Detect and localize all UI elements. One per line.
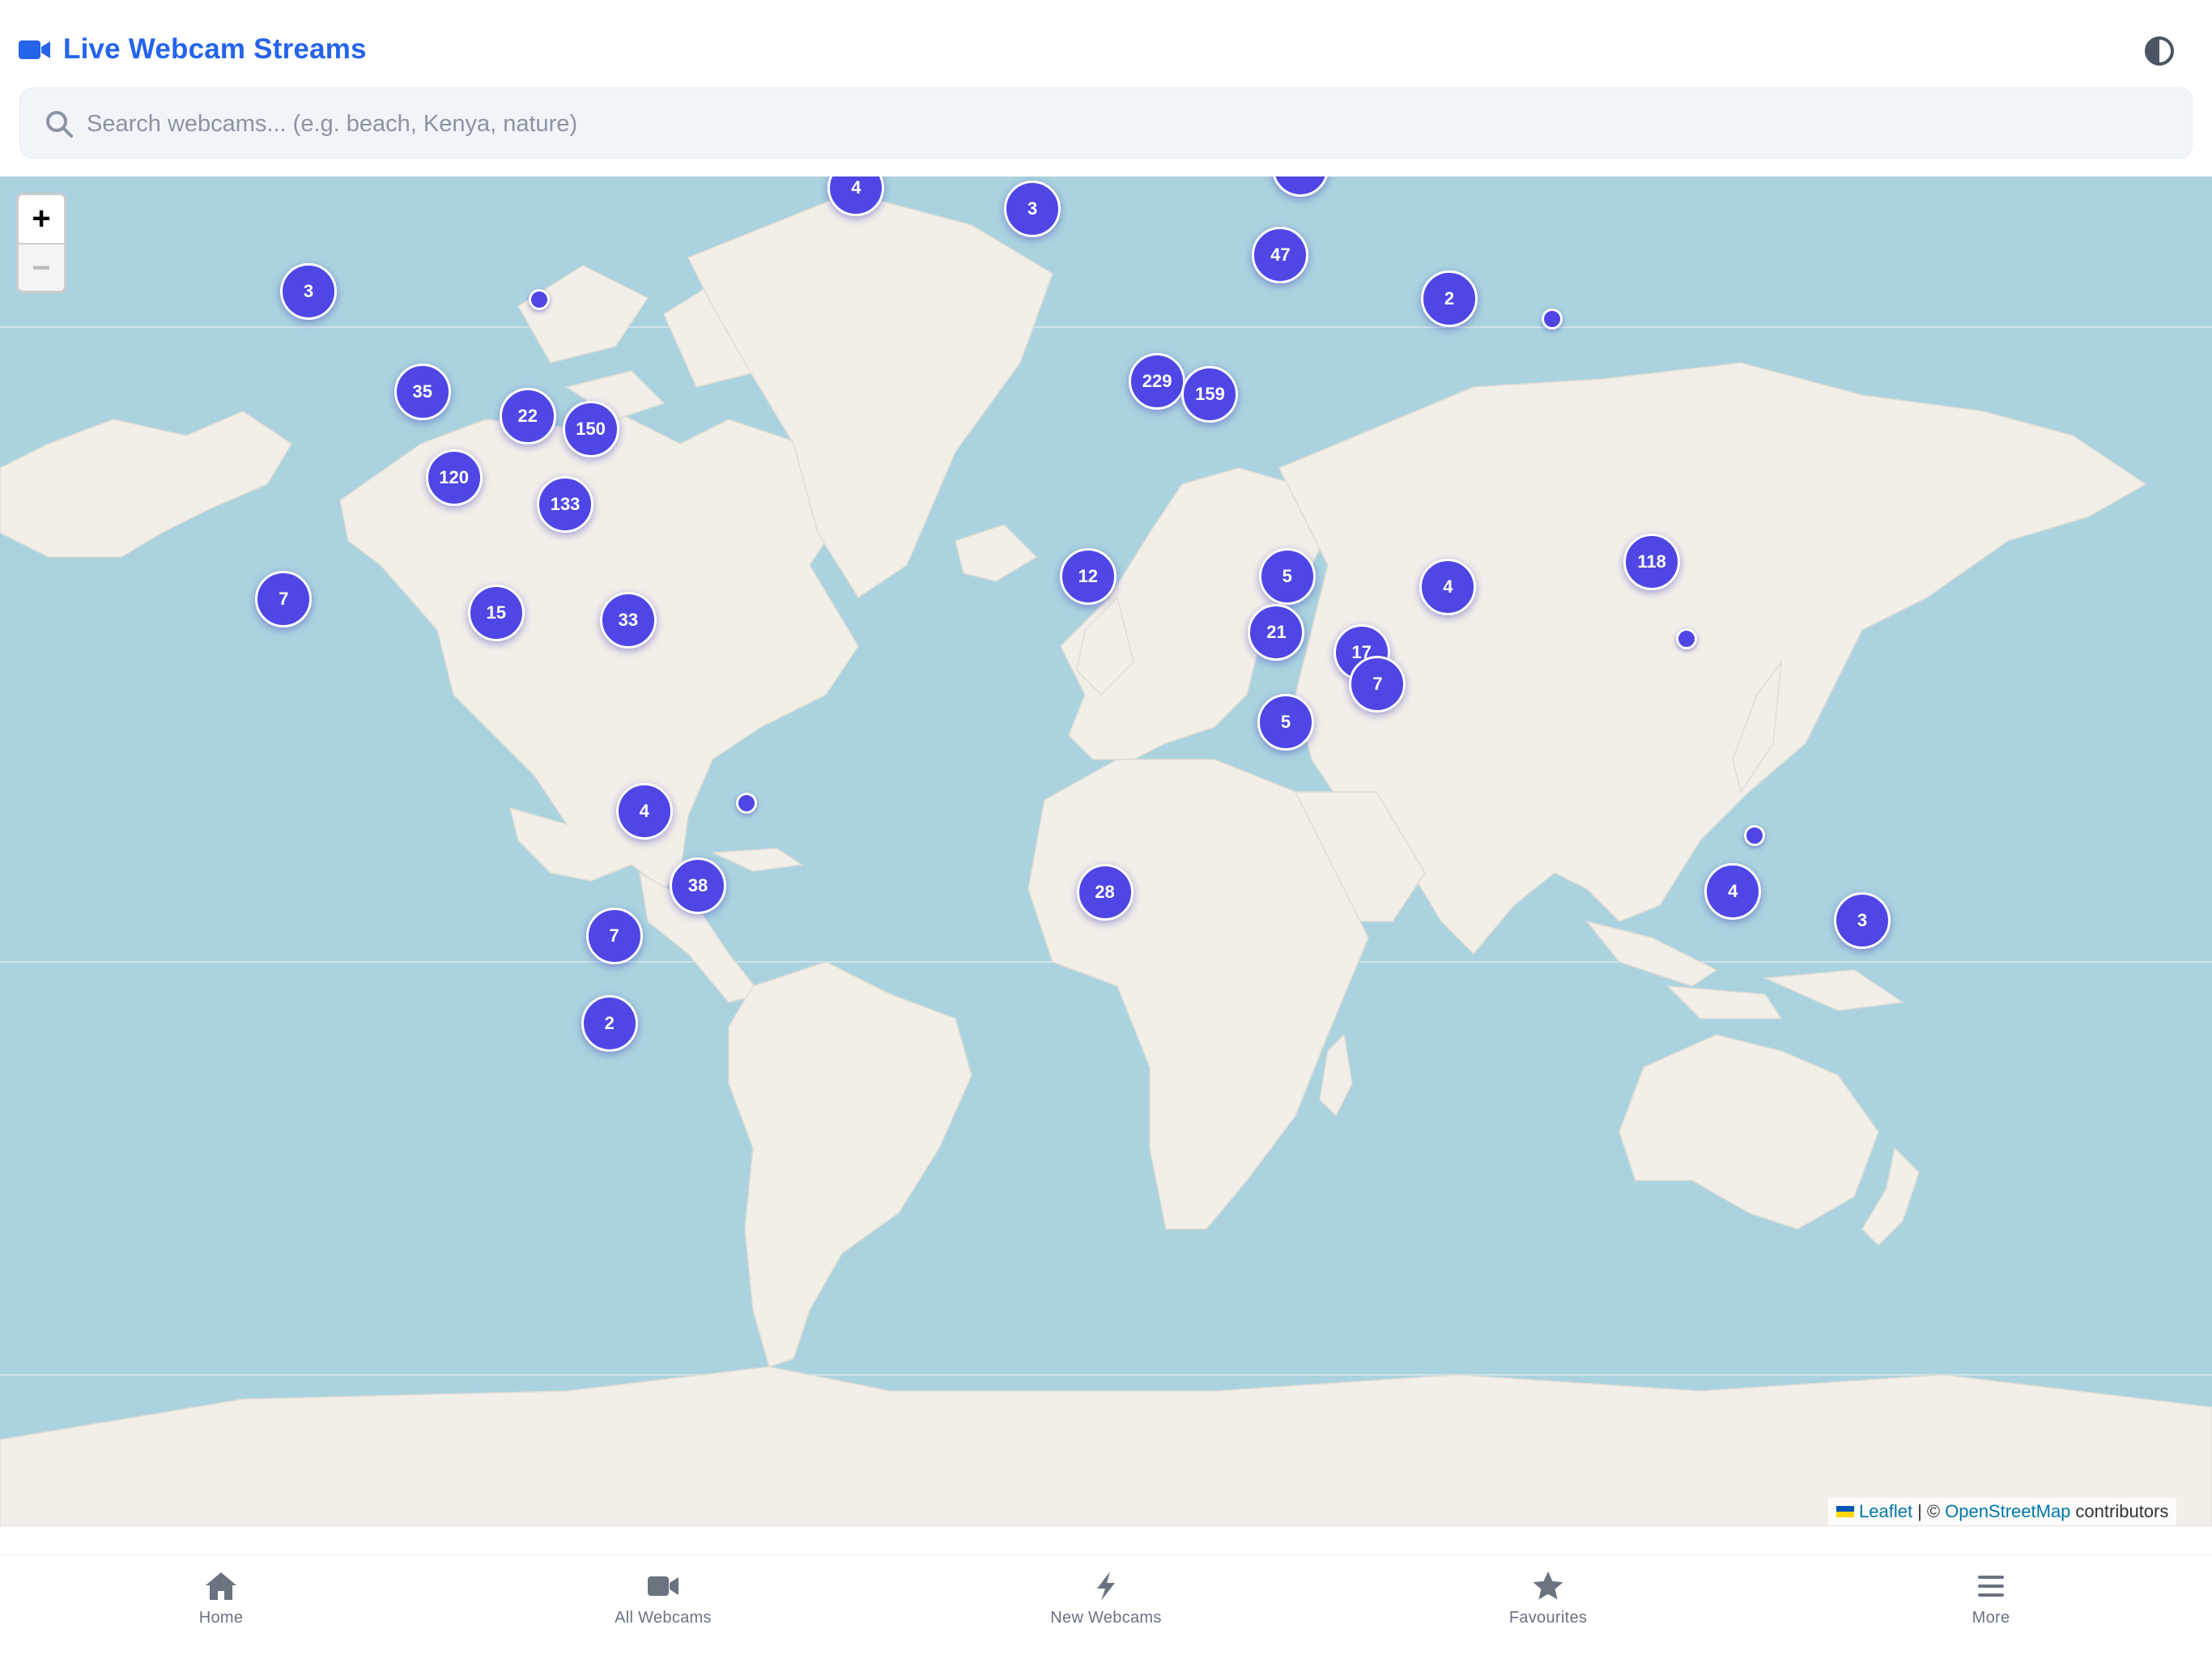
webcam-cluster-marker[interactable]: 35 bbox=[393, 364, 451, 421]
webcam-cluster-marker[interactable]: 150 bbox=[562, 400, 619, 457]
home-icon bbox=[206, 1572, 236, 1600]
webcam-cluster-marker[interactable]: 2 bbox=[581, 995, 638, 1053]
app-title: Live Webcam Streams bbox=[63, 33, 367, 65]
menu-icon bbox=[1978, 1576, 2004, 1597]
webcam-pin-marker[interactable] bbox=[528, 288, 550, 310]
search-icon bbox=[46, 111, 73, 138]
webcam-cluster-marker[interactable]: 3 bbox=[279, 262, 337, 320]
tab-new-webcams-label: New Webcams bbox=[1050, 1609, 1162, 1627]
webcam-cluster-marker[interactable]: 5 bbox=[1257, 694, 1315, 751]
search-input[interactable] bbox=[85, 88, 2161, 160]
attribution-suffix: contributors bbox=[2075, 1501, 2169, 1521]
zoom-control: + − bbox=[16, 193, 66, 293]
app-brand[interactable]: Live Webcam Streams bbox=[18, 29, 367, 70]
app-header: Live Webcam Streams bbox=[0, 0, 2212, 177]
star-icon bbox=[1533, 1572, 1563, 1600]
webcam-cluster-marker[interactable]: 120 bbox=[425, 449, 483, 507]
webcam-cluster-marker[interactable]: 3 bbox=[1004, 180, 1061, 237]
webcam-pin-marker[interactable] bbox=[736, 792, 758, 814]
webcam-cluster-marker[interactable]: 33 bbox=[599, 591, 657, 649]
webcam-cluster-marker[interactable]: 2 bbox=[1421, 270, 1478, 328]
webcam-cluster-marker[interactable]: 118 bbox=[1623, 534, 1681, 591]
zoom-out-button[interactable]: − bbox=[19, 245, 64, 291]
world-map[interactable]: 4323472335221501201332291591254118715332… bbox=[0, 177, 2212, 1526]
bottom-tab-bar: Home All Webcams New Webcams Favourites … bbox=[0, 1555, 2212, 1659]
tab-more-label: More bbox=[1972, 1609, 2010, 1627]
map-attribution: Leaflet | © OpenStreetMap contributors bbox=[1828, 1498, 2177, 1525]
tab-favourites-label: Favourites bbox=[1508, 1609, 1588, 1627]
webcam-cluster-marker[interactable]: 38 bbox=[669, 857, 726, 914]
webcam-cluster-marker[interactable]: 4 bbox=[1704, 862, 1762, 920]
webcam-cluster-marker[interactable]: 28 bbox=[1076, 864, 1134, 921]
webcam-cluster-marker[interactable]: 133 bbox=[537, 476, 594, 534]
openstreetmap-link[interactable]: OpenStreetMap bbox=[1945, 1501, 2070, 1522]
tab-home[interactable]: Home bbox=[100, 1555, 342, 1659]
webcam-pin-marker[interactable] bbox=[1675, 627, 1697, 649]
bolt-icon bbox=[1097, 1572, 1115, 1601]
tab-all-webcams[interactable]: All Webcams bbox=[542, 1555, 785, 1659]
webcam-cluster-marker[interactable]: 21 bbox=[1248, 603, 1305, 661]
tab-home-label: Home bbox=[198, 1609, 244, 1627]
search-bar bbox=[19, 87, 2193, 160]
webcam-cluster-marker[interactable]: 159 bbox=[1181, 365, 1239, 423]
webcam-cluster-marker[interactable]: 12 bbox=[1059, 548, 1117, 606]
webcam-cluster-marker[interactable]: 15 bbox=[467, 584, 525, 641]
webcam-cluster-marker[interactable]: 4 bbox=[615, 782, 673, 840]
attribution-separator: | © bbox=[1917, 1501, 1941, 1521]
ukraine-flag-icon bbox=[1836, 1506, 1854, 1517]
webcam-cluster-marker[interactable]: 7 bbox=[585, 908, 643, 965]
tab-all-webcams-label: All Webcams bbox=[615, 1609, 712, 1627]
tab-more[interactable]: More bbox=[1870, 1555, 2112, 1659]
tab-new-webcams[interactable]: New Webcams bbox=[985, 1555, 1227, 1659]
video-icon bbox=[648, 1576, 678, 1596]
webcam-cluster-marker[interactable]: 22 bbox=[499, 388, 556, 445]
video-camera-icon bbox=[19, 40, 50, 59]
webcam-cluster-marker[interactable]: 5 bbox=[1258, 548, 1316, 606]
zoom-in-button[interactable]: + bbox=[19, 195, 64, 245]
webcam-cluster-marker[interactable]: 7 bbox=[1349, 656, 1406, 713]
tab-favourites[interactable]: Favourites bbox=[1427, 1555, 1670, 1659]
contrast-icon bbox=[2145, 36, 2174, 66]
map-tiles bbox=[0, 177, 2212, 1526]
webcam-cluster-marker[interactable]: 3 bbox=[1834, 891, 1891, 949]
leaflet-link[interactable]: Leaflet bbox=[1859, 1501, 1912, 1522]
theme-toggle-button[interactable] bbox=[2141, 32, 2178, 70]
